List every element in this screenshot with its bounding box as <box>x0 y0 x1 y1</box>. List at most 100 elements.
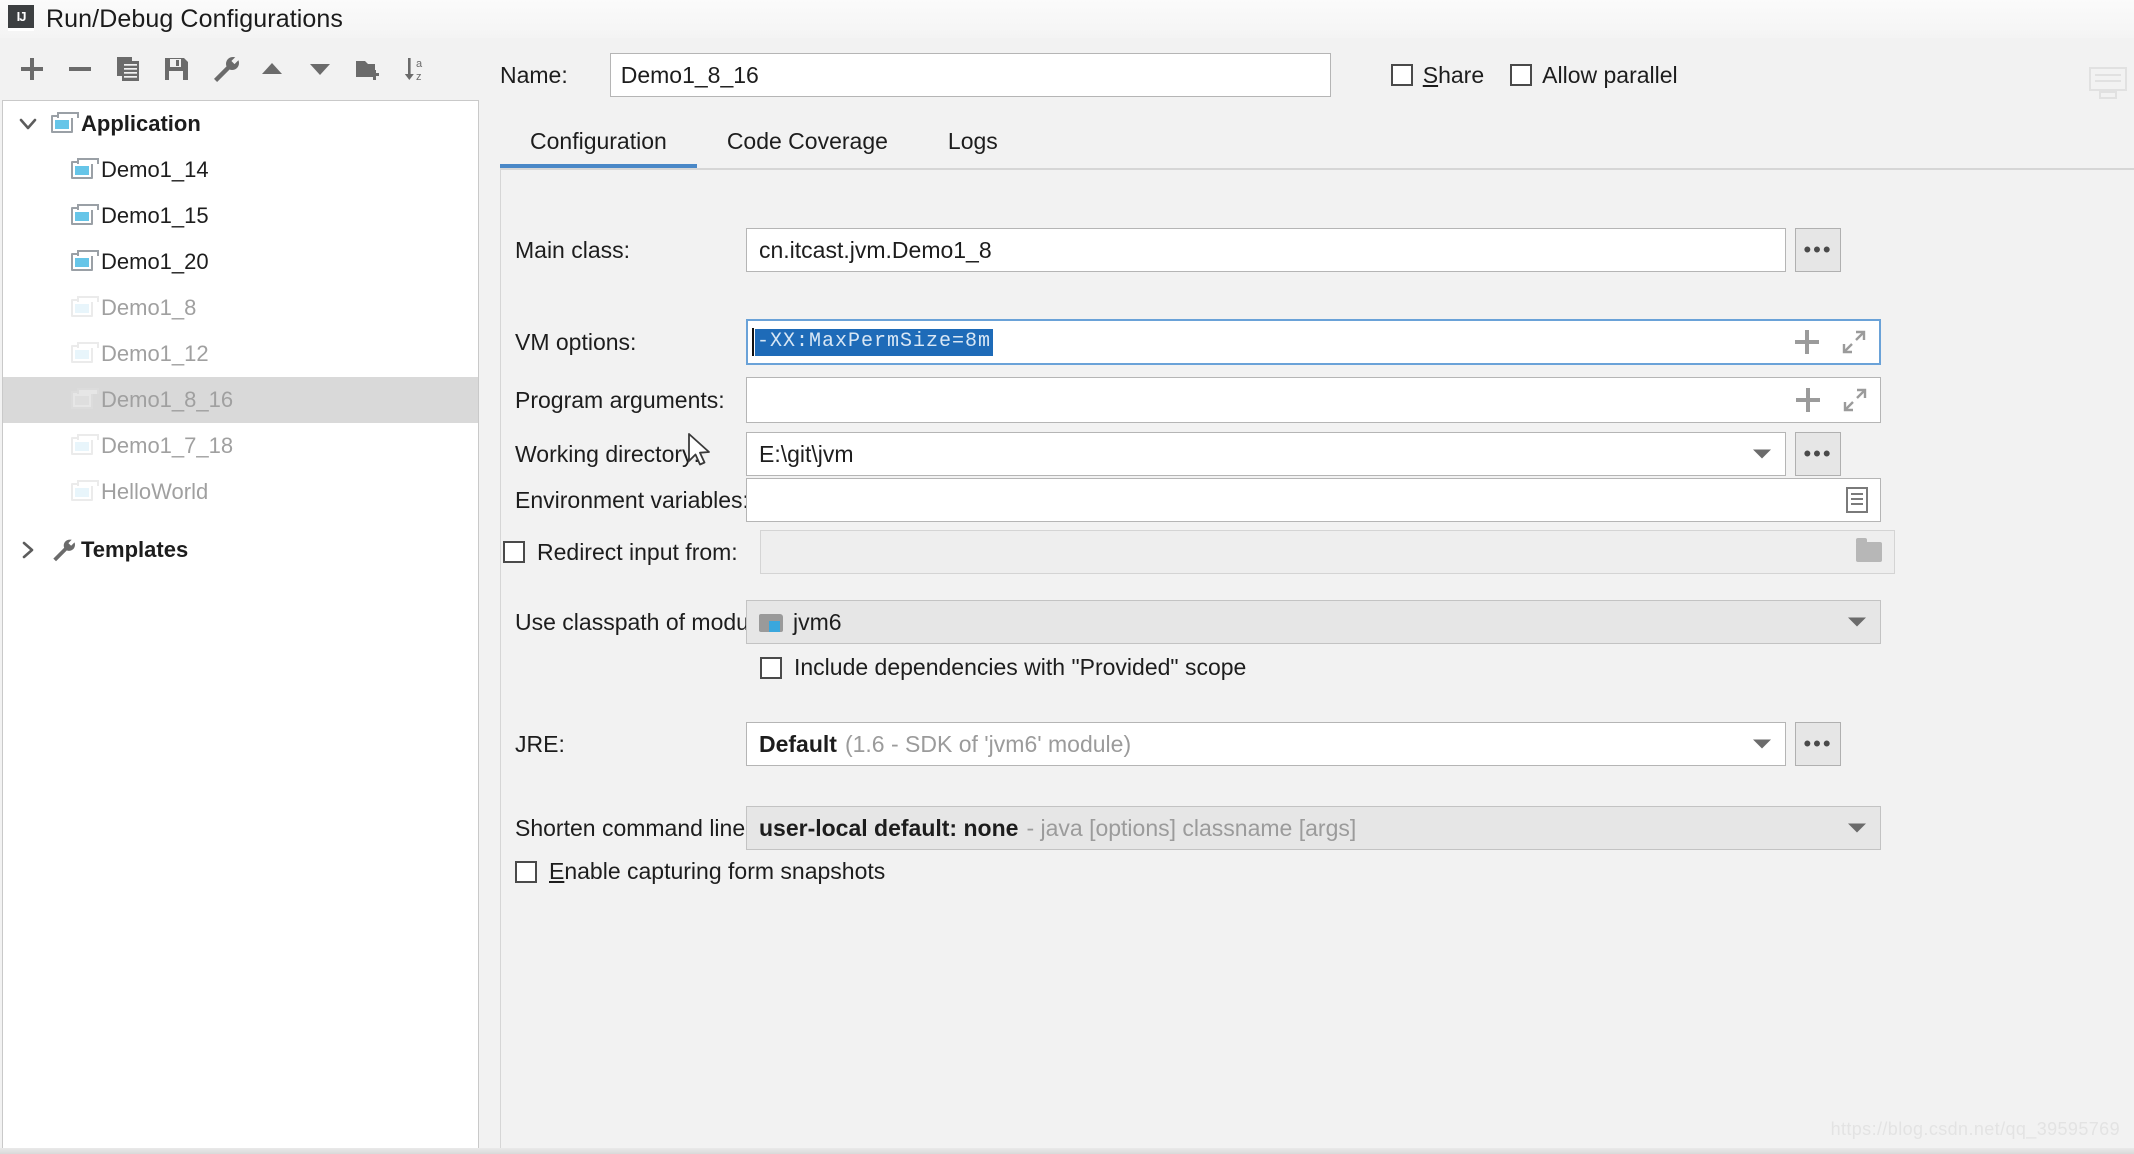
main-class-input[interactable]: cn.itcast.jvm.Demo1_8 <box>746 228 1786 272</box>
save-configuration-button[interactable] <box>154 47 198 91</box>
edit-templates-button[interactable] <box>202 47 246 91</box>
move-up-button[interactable] <box>250 47 294 91</box>
tab-configuration[interactable]: Configuration <box>500 112 697 170</box>
working-directory-input[interactable]: E:\git\jvm <box>746 432 1786 476</box>
tab-label: Logs <box>947 127 998 154</box>
redirect-input-field <box>760 530 1895 574</box>
chevron-down-icon[interactable] <box>1848 823 1866 833</box>
classpath-module-row: Use classpath of module: jvm6 <box>501 600 1881 644</box>
environment-variables-input[interactable] <box>746 478 1881 522</box>
vm-options-input[interactable]: -XX:MaxPermSize=8m <box>746 319 1881 365</box>
expand-icon[interactable] <box>1841 329 1867 355</box>
tree-item-demo1-7-18[interactable]: Demo1_7_18 <box>3 423 478 469</box>
vm-options-label: VM options: <box>515 328 637 355</box>
tree-item-demo1-8-16[interactable]: Demo1_8_16 <box>3 377 478 423</box>
jre-browse-button[interactable]: ••• <box>1795 722 1841 766</box>
vm-options-value: -XX:MaxPermSize=8m <box>755 328 994 356</box>
configurations-tree[interactable]: Application Demo1_14 Demo1_15 Demo1_20 D… <box>2 100 479 1148</box>
chevron-down-icon[interactable] <box>11 114 45 134</box>
tab-label: Code Coverage <box>726 127 888 154</box>
name-input[interactable]: Demo1_8_16 <box>609 53 1331 97</box>
classpath-module-value: jvm6 <box>793 608 842 635</box>
remove-configuration-button[interactable] <box>58 47 102 91</box>
shorten-command-line-combo[interactable]: user-local default: none - java [options… <box>746 806 1881 850</box>
watermark-screen-icon <box>2089 67 2127 99</box>
tree-node-application[interactable]: Application <box>3 101 478 147</box>
plus-icon[interactable] <box>1796 388 1820 412</box>
tree-item-demo1-8[interactable]: Demo1_8 <box>3 285 478 331</box>
application-icon <box>45 112 79 133</box>
sort-configurations-button[interactable]: a z <box>394 47 438 91</box>
folder-add-icon <box>356 61 379 80</box>
capture-snapshots-checkbox[interactable]: Enable capturing form snapshots <box>515 858 885 885</box>
plus-icon[interactable] <box>1795 330 1819 354</box>
vm-options-row: VM options: -XX:MaxPermSize=8m <box>501 318 1881 366</box>
checkbox-box[interactable] <box>515 860 537 883</box>
application-icon <box>65 434 99 455</box>
checkbox-box[interactable] <box>503 541 525 563</box>
tab-logs[interactable]: Logs <box>918 112 1028 170</box>
save-icon <box>165 58 188 80</box>
chevron-down-icon[interactable] <box>1753 739 1771 749</box>
add-configuration-button[interactable] <box>10 47 54 91</box>
header-checkbox-group: Share Allow parallel <box>1390 61 1678 89</box>
working-directory-browse-button[interactable]: ••• <box>1795 432 1841 476</box>
main-class-row: Main class: cn.itcast.jvm.Demo1_8 ••• <box>501 228 1841 272</box>
allow-parallel-label: Allow parallel <box>1542 61 1678 88</box>
configurations-toolbar: a z <box>0 38 490 100</box>
chevron-right-icon[interactable] <box>11 540 45 560</box>
move-down-button[interactable] <box>298 47 342 91</box>
tree-node-label: Demo1_8 <box>101 295 197 320</box>
allow-parallel-checkbox[interactable]: Allow parallel <box>1510 62 1678 89</box>
jre-value: Default <box>759 730 837 757</box>
tab-code-coverage[interactable]: Code Coverage <box>697 112 918 170</box>
tree-node-templates[interactable]: Templates <box>3 527 478 573</box>
share-label: Share <box>1422 61 1485 88</box>
watermark-url: https://blog.csdn.net/qq_39595769 <box>1830 1119 2120 1139</box>
tree-item-demo1-14[interactable]: Demo1_14 <box>3 147 478 193</box>
tab-label: Configuration <box>530 127 667 154</box>
checkbox-box[interactable] <box>1390 64 1413 86</box>
tree-item-demo1-12[interactable]: Demo1_12 <box>3 331 478 377</box>
copy-configuration-button[interactable] <box>106 47 150 91</box>
tree-item-demo1-15[interactable]: Demo1_15 <box>3 193 478 239</box>
tree-node-label: Demo1_14 <box>101 157 209 182</box>
redirect-input-checkbox[interactable]: Redirect input from: <box>501 539 746 566</box>
application-icon <box>65 342 99 363</box>
tree-node-label: Templates <box>81 537 189 562</box>
tree-node-label: Demo1_15 <box>101 203 209 228</box>
redirect-input-row: Redirect input from: <box>501 530 1895 574</box>
application-icon <box>65 296 99 317</box>
triangle-down-icon <box>310 64 330 75</box>
chevron-down-icon[interactable] <box>1848 617 1866 627</box>
jre-combo[interactable]: Default (1.6 - SDK of 'jvm6' module) <box>746 722 1786 766</box>
jre-label: JRE: <box>515 730 565 757</box>
share-checkbox[interactable]: Share <box>1390 61 1485 89</box>
capture-snapshots-label: Enable capturing form snapshots <box>549 858 886 884</box>
tree-item-helloworld[interactable]: HelloWorld <box>3 469 478 515</box>
wrench-icon <box>45 537 79 563</box>
window-title: Run/Debug Configurations <box>46 4 344 33</box>
tree-node-label: Demo1_8_16 <box>101 387 234 412</box>
name-row: Name: Demo1_8_16 Share Allow parallel <box>490 38 2134 112</box>
document-icon[interactable] <box>1846 487 1868 513</box>
svg-text:z: z <box>416 71 422 83</box>
expand-icon[interactable] <box>1842 387 1868 413</box>
application-icon <box>65 480 99 501</box>
chevron-down-icon[interactable] <box>1753 449 1771 459</box>
text-caret <box>752 328 754 356</box>
create-folder-button[interactable] <box>346 47 390 91</box>
shorten-command-line-value: user-local default: none <box>759 814 1019 841</box>
main-class-label: Main class: <box>515 236 631 263</box>
triangle-up-icon <box>262 63 282 74</box>
checkbox-box[interactable] <box>1510 64 1533 86</box>
classpath-module-combo[interactable]: jvm6 <box>746 600 1881 644</box>
program-arguments-input[interactable] <box>746 377 1881 423</box>
tree-item-demo1-20[interactable]: Demo1_20 <box>3 239 478 285</box>
window-titlebar: IJ Run/Debug Configurations <box>0 0 2134 38</box>
checkbox-box[interactable] <box>760 656 782 679</box>
application-icon <box>65 388 99 409</box>
tree-node-label: Demo1_7_18 <box>101 433 234 458</box>
main-class-browse-button[interactable]: ••• <box>1795 228 1841 272</box>
include-provided-checkbox[interactable]: Include dependencies with "Provided" sco… <box>760 654 1246 681</box>
